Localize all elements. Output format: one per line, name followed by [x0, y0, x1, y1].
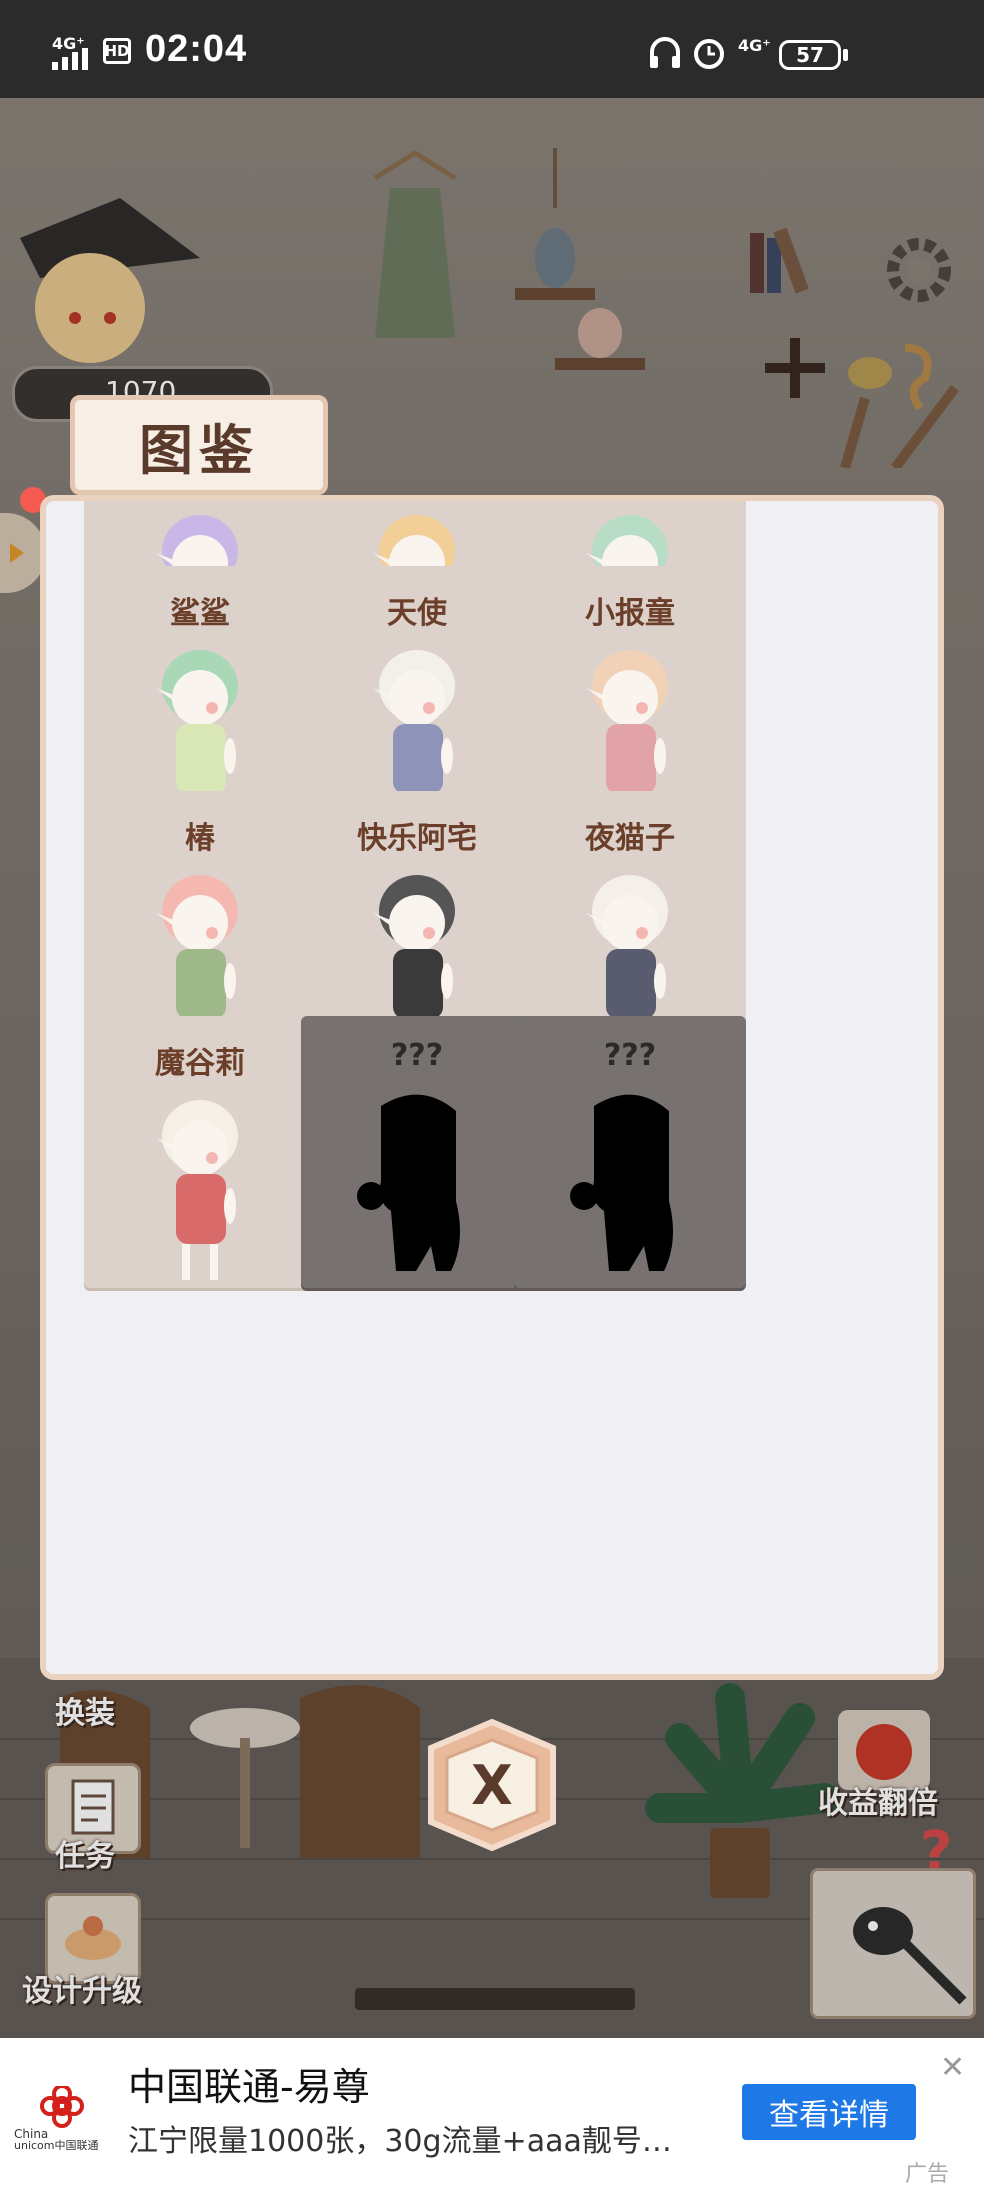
modal-title: 图鉴: [139, 418, 259, 482]
signal-bars-icon: [52, 48, 88, 70]
ad-cta-button[interactable]: 查看详情: [742, 2084, 916, 2140]
ad-description: 江宁限量1000张，30g流量+aaa靓号…: [128, 2124, 672, 2159]
alarm-icon: [694, 39, 724, 69]
hd-badge: HD: [103, 38, 131, 64]
character-grid[interactable]: 鲨鲨 天使 小报童椿快乐阿宅 夜猫子 魔谷莉??????: [46, 501, 938, 1674]
character-figure: [156, 1100, 238, 1280]
close-button[interactable]: X: [425, 1718, 559, 1852]
china-unicom-logo: China unicom中国联通: [14, 2086, 99, 2150]
battery-indicator: 57: [779, 40, 841, 70]
status-bar: 4G⁺ HD 02:04 4G⁺ 57: [0, 0, 984, 98]
ad-label: 广告: [905, 2162, 950, 2187]
character-card[interactable]: ???: [301, 1016, 533, 1288]
character-card[interactable]: 魔谷莉: [84, 1016, 316, 1288]
network-type: 4G⁺: [738, 36, 771, 55]
character-name: ???: [390, 1038, 444, 1073]
clock-time: 02:04: [145, 28, 248, 70]
ad-title: 中国联通-易尊: [128, 2065, 370, 2109]
ad-close-icon[interactable]: ✕: [940, 2050, 965, 2085]
locked-silhouette: [357, 1094, 460, 1271]
headphones-icon: [650, 37, 680, 68]
collection-modal: 鲨鲨 天使 小报童椿快乐阿宅 夜猫子 魔谷莉??????: [40, 495, 944, 1680]
locked-silhouette: [570, 1094, 673, 1271]
ad-banner[interactable]: China unicom中国联通 中国联通-易尊 江宁限量1000张，30g流量…: [0, 2038, 984, 2194]
character-name: ???: [603, 1038, 657, 1073]
modal-title-tab: 图鉴: [70, 395, 328, 495]
close-button-label: X: [471, 1754, 513, 1817]
character-card[interactable]: ???: [514, 1016, 746, 1288]
battery-tip: [843, 49, 848, 61]
svg-text:unicom中国联通: unicom中国联通: [14, 2139, 99, 2150]
